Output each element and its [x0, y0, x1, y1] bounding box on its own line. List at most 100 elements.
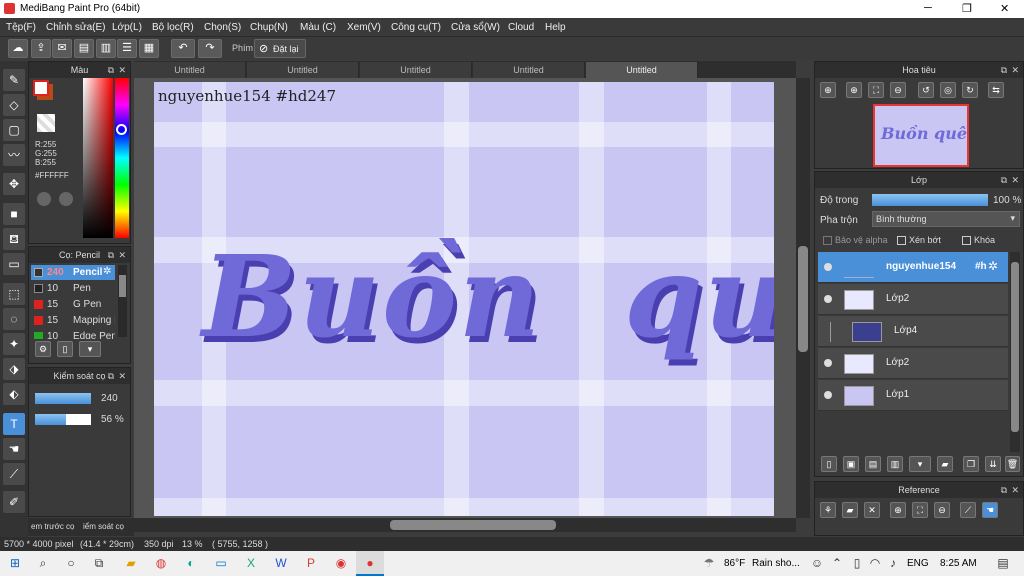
close-reference-icon[interactable]: ✕	[864, 502, 880, 518]
menu-edit[interactable]: Chỉnh sửa(E)	[46, 22, 106, 33]
close-button[interactable]: ✕	[1000, 2, 1009, 15]
layer-row[interactable]: Lớp1	[818, 380, 1008, 411]
magic-wand-tool-icon[interactable]: ✦	[3, 333, 25, 355]
dropper-icon[interactable]: ⟋	[960, 502, 976, 518]
eyedropper-tool-icon[interactable]: ✐	[3, 491, 25, 513]
move-tool-icon[interactable]: ✥	[3, 173, 25, 195]
brush-item[interactable]: 10 Pen	[31, 281, 115, 296]
panel-close-icon[interactable]: ✕	[118, 247, 126, 263]
scrollbar-thumb[interactable]	[798, 246, 808, 352]
store-icon[interactable]: ▭	[212, 554, 230, 572]
bucket-tool-icon[interactable]: ⛾	[3, 228, 25, 250]
chevron-up-icon[interactable]: ⌃	[828, 554, 846, 572]
volume-icon[interactable]: ♪	[884, 554, 902, 572]
eye-icon[interactable]	[824, 359, 832, 367]
fit-icon[interactable]: ⛶	[912, 502, 928, 518]
app-icon[interactable]: ◍	[152, 554, 170, 572]
menu-snap[interactable]: Chụp(N)	[250, 22, 288, 33]
zoom-out-icon[interactable]: ⊖	[890, 82, 906, 98]
eye-icon[interactable]	[824, 295, 832, 303]
new-layer-icon[interactable]: ▯	[821, 456, 837, 472]
maximize-button[interactable]: ❐	[962, 2, 972, 15]
zoom-in-icon[interactable]: ⊕	[820, 82, 836, 98]
panel-close-icon[interactable]: ✕	[1011, 482, 1019, 498]
fit-icon[interactable]: ⛶	[868, 82, 884, 98]
pen-curve-tool-icon[interactable]: 〰	[3, 144, 25, 166]
document-icon[interactable]: ▤	[74, 39, 94, 58]
windows-start-icon[interactable]: ⊞	[6, 554, 24, 572]
tab-brush-control[interactable]: iểm soát cọ	[83, 522, 124, 531]
hue-slider[interactable]	[115, 78, 129, 238]
search-icon[interactable]: ⌕	[34, 554, 52, 572]
new-halftone-layer-icon[interactable]: ▣	[843, 456, 859, 472]
network-icon[interactable]: ▯	[848, 554, 866, 572]
hand-tool-icon[interactable]: ☚	[3, 438, 25, 460]
navigator-thumbnail[interactable]: Buồn quê	[873, 104, 969, 167]
brush-list-scrollbar[interactable]	[118, 265, 127, 337]
layer-opacity-slider[interactable]	[872, 194, 988, 206]
redo-icon[interactable]: ↷	[198, 39, 222, 58]
flip-icon[interactable]: ⇆	[988, 82, 1004, 98]
menu-filter[interactable]: Bộ lọc(R)	[152, 22, 194, 33]
brush-item[interactable]: 10 Edge Pen	[31, 329, 115, 339]
tab-brush-preview[interactable]: em trước cọ	[31, 522, 75, 531]
brush-menu-icon[interactable]: ▾	[79, 341, 101, 357]
saturation-brightness-picker[interactable]	[83, 78, 113, 238]
wifi-icon[interactable]: ◠	[866, 554, 884, 572]
menu-view[interactable]: Xem(V)	[347, 22, 381, 33]
palette-add-icon[interactable]	[59, 192, 73, 206]
undock-icon[interactable]: ⧉	[108, 62, 114, 78]
layer-row[interactable]: nguyenhue154 #h ✲	[818, 252, 1008, 283]
new-1bit-layer-icon[interactable]: ▥	[887, 456, 903, 472]
eye-icon[interactable]	[824, 263, 832, 271]
open-folder-icon[interactable]: ▰	[842, 502, 858, 518]
menu-file[interactable]: Tệp(F)	[6, 22, 36, 33]
brush-opacity-slider[interactable]	[35, 414, 91, 425]
tab-untitled[interactable]: Untitled	[360, 62, 472, 78]
task-view-icon[interactable]: ⧉	[90, 554, 108, 572]
new-brush-icon[interactable]: ▯	[57, 341, 73, 357]
undock-icon[interactable]: ⧉	[1001, 482, 1007, 498]
menu-select[interactable]: Chọn(S)	[204, 22, 241, 33]
undock-icon[interactable]: ⧉	[1001, 172, 1007, 188]
edge-icon[interactable]: ◐	[182, 554, 200, 572]
rectangle-tool-icon[interactable]: ▢	[3, 119, 25, 141]
layer-row[interactable]: Lớp2	[818, 284, 1008, 315]
gear-icon[interactable]: ✲	[103, 266, 111, 277]
panel-close-icon[interactable]: ✕	[1011, 62, 1019, 78]
gear-icon[interactable]: ✲	[988, 259, 998, 273]
eraser-tool-icon[interactable]: ◇	[3, 94, 25, 116]
zoom-out-icon[interactable]: ⊖	[934, 502, 950, 518]
new-8bit-layer-icon[interactable]: ▤	[865, 456, 881, 472]
comment-icon[interactable]: ✉	[52, 39, 72, 58]
layer-row[interactable]: Lớp2	[818, 348, 1008, 379]
layer-row[interactable]: Lớp4	[818, 316, 1008, 347]
lock-checkbox[interactable]	[962, 236, 971, 245]
file-explorer-icon[interactable]: ▰	[122, 554, 140, 572]
panel-close-icon[interactable]: ✕	[1011, 172, 1019, 188]
medibang-taskbar-button[interactable]: ●	[356, 551, 384, 576]
menu-cloud[interactable]: Cloud	[508, 22, 534, 33]
gradient-tool-icon[interactable]: ▭	[3, 253, 25, 275]
minimize-button[interactable]: ─	[924, 2, 932, 14]
dropper-tool-icon[interactable]: ⟋	[3, 463, 25, 485]
blend-mode-select[interactable]: Bình thường ▾	[872, 211, 1020, 227]
undock-icon[interactable]: ⧉	[108, 368, 114, 384]
eye-icon[interactable]	[824, 391, 832, 399]
menu-window[interactable]: Cửa sổ(W)	[451, 22, 500, 33]
foreground-color-swatch[interactable]	[33, 80, 49, 96]
chrome-icon[interactable]: ◉	[332, 554, 350, 572]
clock-time[interactable]: 8:25 AM	[940, 558, 977, 569]
undock-icon[interactable]: ⧉	[1001, 62, 1007, 78]
palette-icon[interactable]	[37, 192, 51, 206]
rotate-reset-icon[interactable]: ◎	[940, 82, 956, 98]
scrollbar-thumb[interactable]	[1011, 262, 1019, 432]
brush-item[interactable]: 240 Pencil ✲	[31, 265, 115, 280]
transparent-color-icon[interactable]	[37, 114, 55, 132]
tab-untitled-active[interactable]: Untitled	[586, 62, 698, 78]
brush-item[interactable]: 15 G Pen	[31, 297, 115, 312]
duplicate-layer-icon[interactable]: ❐	[963, 456, 979, 472]
reset-button[interactable]: ⊘ Đặt lại	[254, 39, 306, 58]
panel-close-icon[interactable]: ✕	[118, 62, 126, 78]
menu-help[interactable]: Help	[545, 22, 566, 33]
